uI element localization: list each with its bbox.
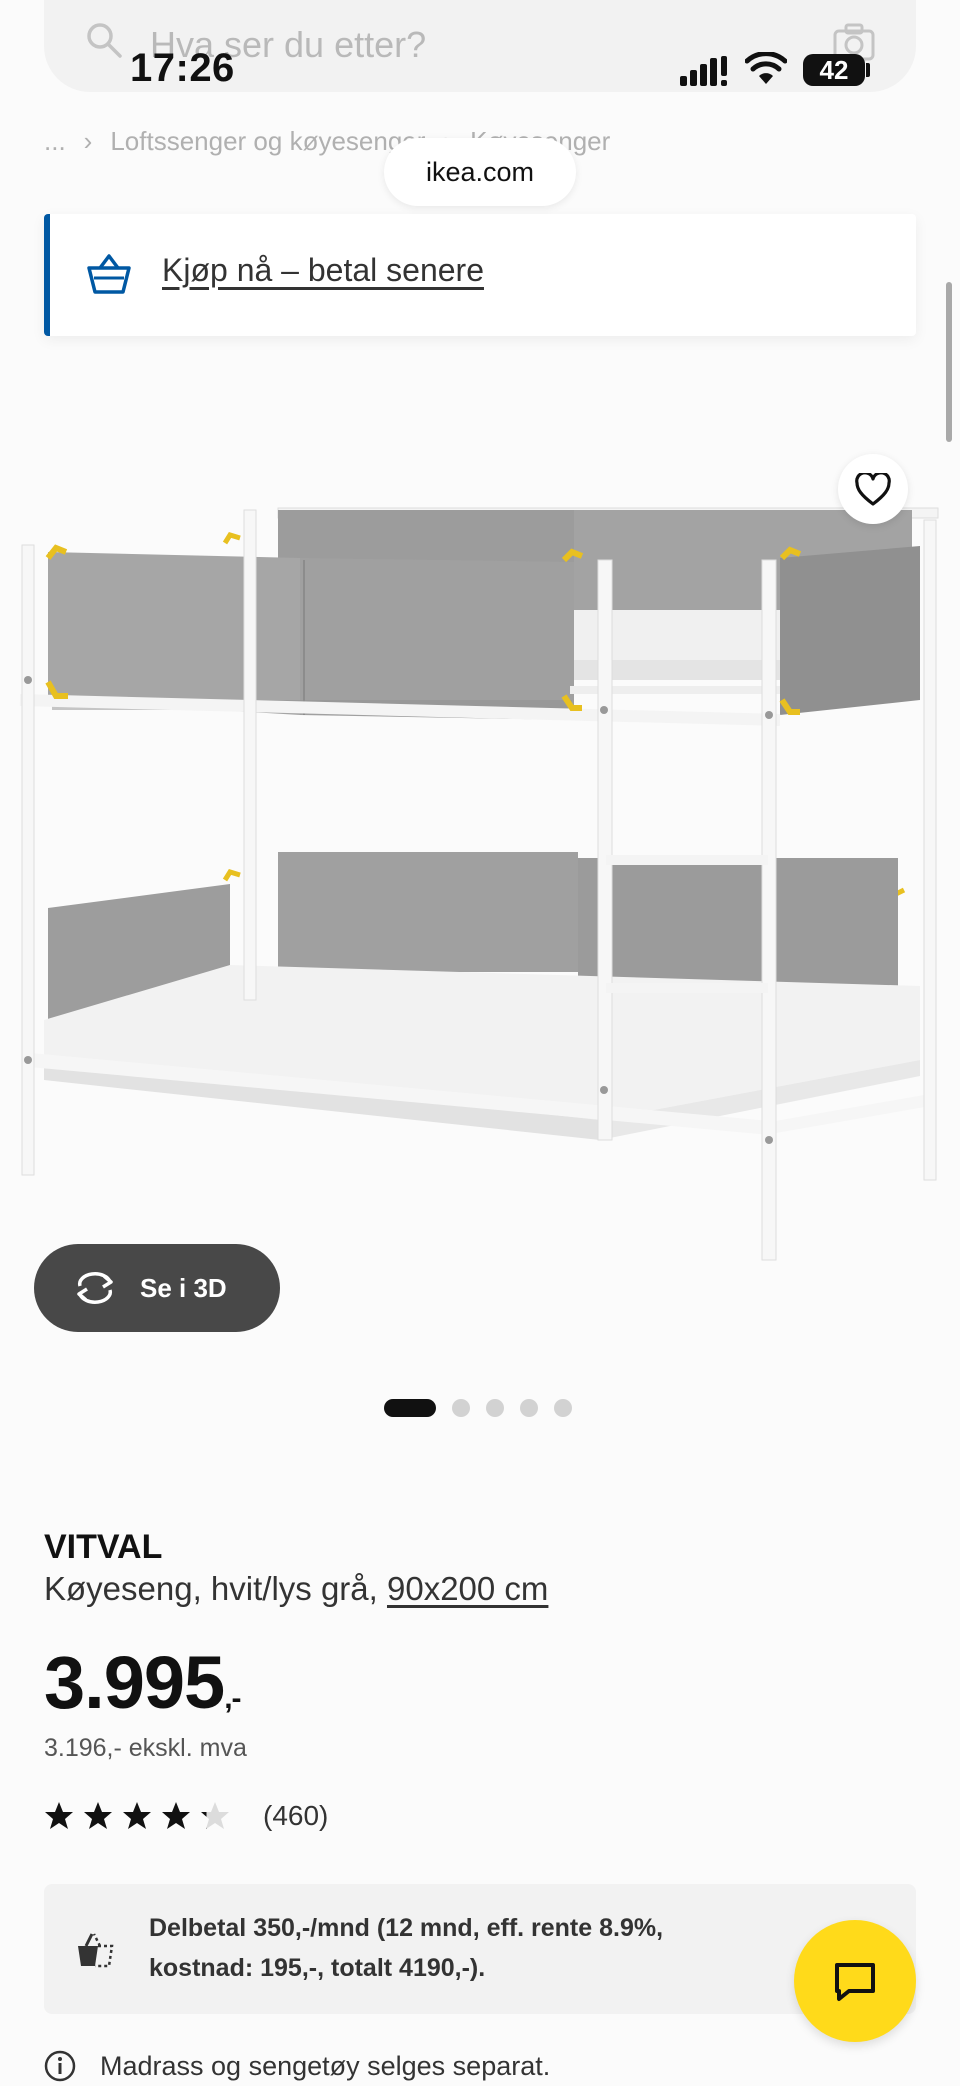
product-image[interactable] [0, 360, 960, 1370]
bnpl-link[interactable]: Kjøp nå – betal senere [162, 252, 484, 289]
bnpl-card[interactable]: Kjøp nå – betal senere [44, 214, 916, 336]
product-price: 3.995,- [44, 1640, 242, 1725]
status-time: 17:26 [130, 46, 235, 90]
favorite-button[interactable] [838, 454, 908, 524]
carousel-dot-4[interactable] [520, 1399, 538, 1417]
star-icon [84, 1802, 112, 1829]
installment-text: Delbetal 350,-/mnd (12 mnd, eff. rente 8… [149, 1914, 664, 1982]
battery-indicator: 42 [803, 54, 865, 86]
star-icon [123, 1802, 151, 1829]
wifi-icon [745, 52, 787, 84]
star-icon-partial [201, 1802, 229, 1829]
search-icon [87, 23, 122, 58]
star-icon [45, 1802, 73, 1829]
note: Madrass og sengetøy selges separat. [44, 2050, 550, 2082]
product-description: Køyeseng, hvit/lys grå, 90x200 cm [44, 1570, 548, 1608]
star-icon [162, 1802, 190, 1829]
review-count[interactable]: (460) [263, 1800, 328, 1832]
info-icon [44, 2050, 76, 2082]
breadcrumb-ellipsis[interactable]: ... [44, 126, 66, 157]
basket-icon [87, 254, 131, 294]
carousel-dot-3[interactable] [486, 1399, 504, 1417]
breadcrumb-item[interactable]: Loftssenger og køyesenger [110, 126, 425, 157]
battery-nub [866, 63, 870, 77]
price-ex-vat: 3.196,- ekskl. mva [44, 1734, 247, 1762]
view-3d-button[interactable]: Se i 3D [34, 1244, 280, 1332]
note-text: Madrass og sengetøy selges separat. [100, 2050, 551, 2081]
chat-icon [835, 1963, 875, 2001]
rating[interactable]: (460) [44, 1800, 328, 1832]
carousel-dot-2[interactable] [452, 1399, 470, 1417]
price-suffix: ,- [224, 1682, 241, 1715]
installment-icon [78, 1933, 114, 1968]
signal-icon [680, 56, 727, 86]
heart-icon [855, 473, 891, 506]
carousel-dots [384, 1398, 572, 1418]
view-3d-label: Se i 3D [140, 1272, 227, 1303]
product-type: Køyeseng, hvit/lys grå, [44, 1570, 387, 1607]
price-value: 3.995 [44, 1641, 225, 1724]
rotate-icon [77, 1272, 113, 1304]
carousel-dot-5[interactable] [554, 1399, 572, 1417]
size-link[interactable]: 90x200 cm [387, 1570, 548, 1607]
installment-card[interactable]: Delbetal 350,-/mnd (12 mnd, eff. rente 8… [44, 1884, 916, 2014]
carousel-dot-1[interactable] [384, 1399, 436, 1417]
breadcrumb-separator: › [83, 126, 93, 156]
product-name: VITVAL [44, 1528, 163, 1566]
chat-button[interactable] [794, 1920, 916, 2042]
url-pill[interactable]: ikea.com [384, 138, 576, 206]
